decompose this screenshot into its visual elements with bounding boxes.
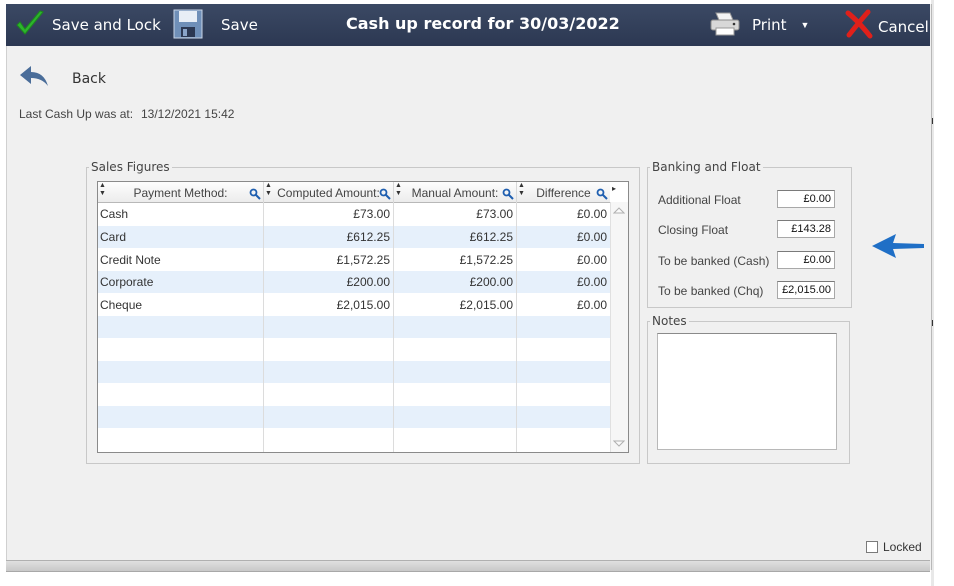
printer-icon [708,10,742,41]
locked-checkbox[interactable]: Locked [866,540,922,554]
banked-cheque-field[interactable]: £2,015.00 [777,281,835,299]
cell-computed-amount: £2,015.00 [336,298,390,312]
last-cashup-value: 13/12/2021 15:42 [141,107,235,121]
table-row[interactable]: Card £612.25 £612.25 £0.00 [98,226,610,248]
last-cashup-label: Last Cash Up was at: [19,107,134,121]
sales-grid[interactable]: ▲ ▼ Payment Method: ▲ ▼ Computed Amount: ▲… [97,181,629,453]
save-label: Save [221,16,258,34]
banked-cash-label: To be banked (Cash) [658,254,770,268]
print-label: Print [752,16,787,34]
back-arrow-icon [18,64,50,93]
column-header-computed-amount[interactable]: ▲ ▼ Computed Amount: [264,182,394,202]
notes-textarea[interactable] [657,333,837,450]
sales-figures-legend: Sales Figures [91,160,170,174]
table-row[interactable]: Cheque £2,015.00 £2,015.00 £0.00 [98,294,610,316]
table-row[interactable]: Cash £73.00 £73.00 £0.00 [98,203,610,225]
cell-payment-method: Cash [100,207,129,221]
banked-cash-field[interactable]: £0.00 [777,251,835,269]
empty-row [98,361,610,383]
back-label: Back [72,70,106,87]
cell-computed-amount: £612.25 [346,230,390,244]
floppy-disk-icon [172,9,204,42]
save-and-lock-button[interactable]: Save and Lock [14,4,161,46]
column-header-payment-method[interactable]: ▲ ▼ Payment Method: [98,182,264,202]
notes-legend: Notes [652,314,687,328]
dropdown-arrow-icon[interactable]: ▼ [801,20,810,30]
checkmark-icon [14,9,46,42]
locked-label: Locked [883,540,922,554]
sort-icon[interactable]: ▲ ▼ [265,182,272,198]
cell-manual-amount[interactable]: £73.00 [394,203,513,225]
cell-difference: £0.00 [576,298,607,312]
sort-icon[interactable]: ▲ ▼ [99,182,106,198]
cell-computed-amount: £200.00 [346,275,390,289]
column-divider [263,202,264,452]
empty-row [98,339,610,361]
cell-difference: £0.00 [576,230,607,244]
banking-float-legend: Banking and Float [652,160,761,174]
cancel-label: Cancel [878,18,929,36]
print-button[interactable]: Print ▼ [708,4,809,46]
sort-icon[interactable]: ▲ ▼ [518,182,525,198]
cell-payment-method: Corporate [100,275,154,289]
vertical-scrollbar[interactable] [610,202,628,452]
cell-manual-amount[interactable]: £200.00 [394,271,513,293]
closing-float-label: Closing Float [658,223,729,237]
cell-computed-amount: £1,572.25 [336,253,390,267]
cell-manual-amount[interactable]: £2,015.00 [394,294,513,316]
scroll-down-icon[interactable] [613,440,625,448]
cell-difference: £0.00 [576,207,607,221]
table-row[interactable]: Credit Note £1,572.25 £1,572.25 £0.00 [98,249,610,271]
column-header-difference[interactable]: ▲ ▼ Difference [517,182,610,202]
last-cashup-info: Last Cash Up was at: 13/12/2021 15:42 [19,107,234,121]
grid-header: ▲ ▼ Payment Method: ▲ ▼ Computed Amount: ▲… [98,182,610,203]
banked-cheque-label: To be banked (Chq) [658,284,764,298]
page-title: Cash up record for 30/03/2022 [346,14,620,33]
sort-icon[interactable]: ▲ ▼ [395,182,402,198]
save-and-lock-label: Save and Lock [52,16,161,34]
checkbox-box[interactable] [866,541,878,553]
cross-icon [844,9,874,42]
column-divider [516,202,517,452]
left-arrow-icon [872,234,924,258]
additional-float-field[interactable]: £0.00 [777,190,835,208]
empty-row [98,406,610,428]
cell-difference: £0.00 [576,275,607,289]
cell-difference: £0.00 [576,253,607,267]
scroll-up-icon[interactable] [613,206,625,214]
closing-float-field[interactable]: £143.28 [777,220,835,238]
table-row[interactable]: Corporate £200.00 £200.00 £0.00 [98,271,610,293]
empty-row [98,384,610,406]
save-button[interactable]: Save [172,4,258,46]
toolbar: Save and Lock Save Cash up record for 30… [6,4,930,46]
cell-payment-method: Credit Note [100,253,161,267]
cell-payment-method: Card [100,230,127,244]
cell-computed-amount: £73.00 [353,207,390,221]
cell-manual-amount[interactable]: £612.25 [394,226,513,248]
back-button[interactable]: Back [18,64,106,93]
cancel-button[interactable]: Cancel [844,4,929,46]
column-divider [393,202,394,452]
column-chooser-icon[interactable]: ▸ [612,184,616,193]
empty-row [98,316,610,338]
bottom-bar [6,560,930,572]
cell-manual-amount[interactable]: £1,572.25 [394,249,513,271]
column-header-manual-amount[interactable]: ▲ ▼ Manual Amount: [394,182,517,202]
additional-float-label: Additional Float [658,193,741,207]
cell-payment-method: Cheque [100,298,143,312]
